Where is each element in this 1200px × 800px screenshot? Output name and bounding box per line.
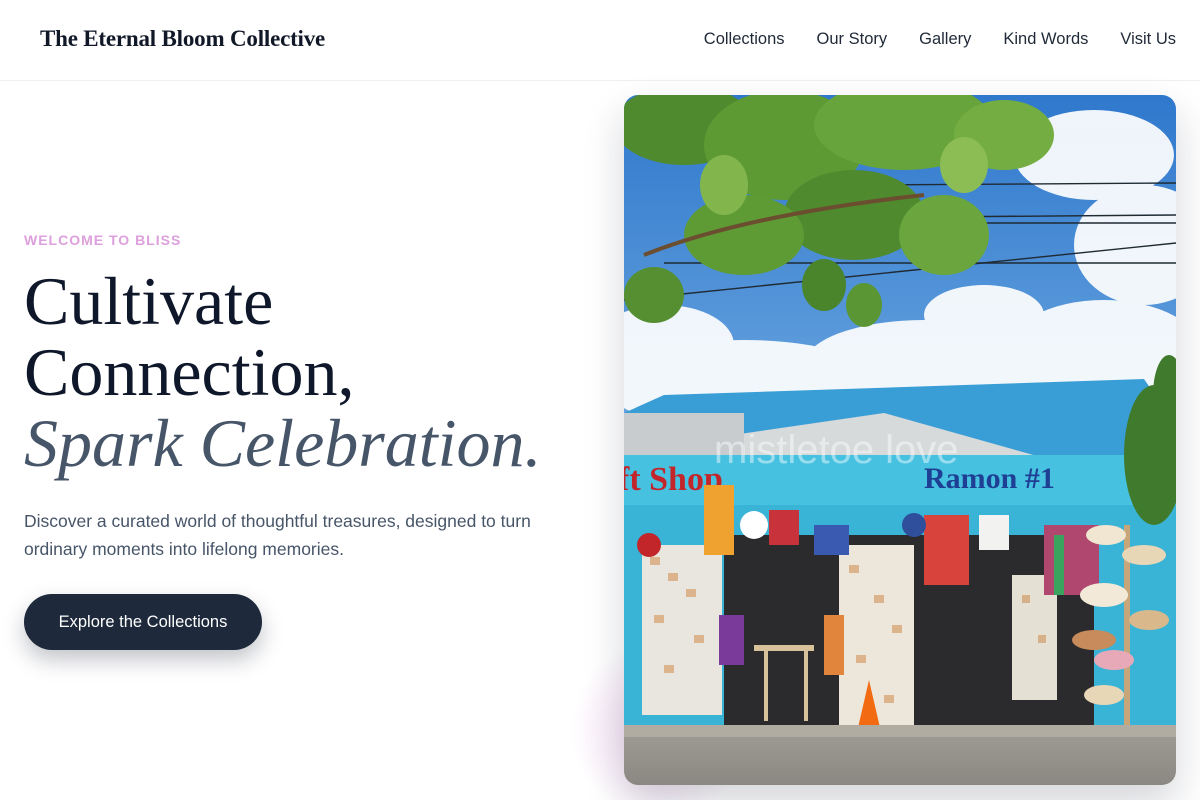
brand-logo[interactable]: The Eternal Bloom Collective (40, 26, 325, 52)
hero-description: Discover a curated world of thoughtful t… (24, 511, 531, 559)
nav-link-kind-words[interactable]: Kind Words (1003, 30, 1088, 49)
nav-link-collections[interactable]: Collections (704, 30, 785, 49)
hero-headline: Cultivate Connection, Spark Celebration. (24, 266, 604, 479)
site-header: The Eternal Bloom Collective Collections… (0, 0, 1200, 81)
headline-line-2: Connection, (24, 334, 355, 410)
sidewalk (624, 735, 1176, 785)
nav-link-visit-us[interactable]: Visit Us (1120, 30, 1176, 49)
headline-line-1: Cultivate (24, 263, 274, 339)
headline-accent: Spark Celebration. (24, 405, 542, 481)
hero-eyebrow: WELCOME TO BLISS (24, 232, 182, 248)
magnet-panel-left (642, 545, 722, 715)
hero-photo-gift-shop: ft Shop Ramon #1 mistletoe love (624, 95, 1176, 785)
nav-link-our-story[interactable]: Our Story (817, 30, 888, 49)
main-nav: Collections Our Story Gallery Kind Words… (704, 30, 1176, 49)
explore-collections-button[interactable]: Explore the Collections (24, 594, 262, 650)
nav-link-gallery[interactable]: Gallery (919, 30, 971, 49)
photo-watermark: mistletoe love (714, 428, 959, 472)
